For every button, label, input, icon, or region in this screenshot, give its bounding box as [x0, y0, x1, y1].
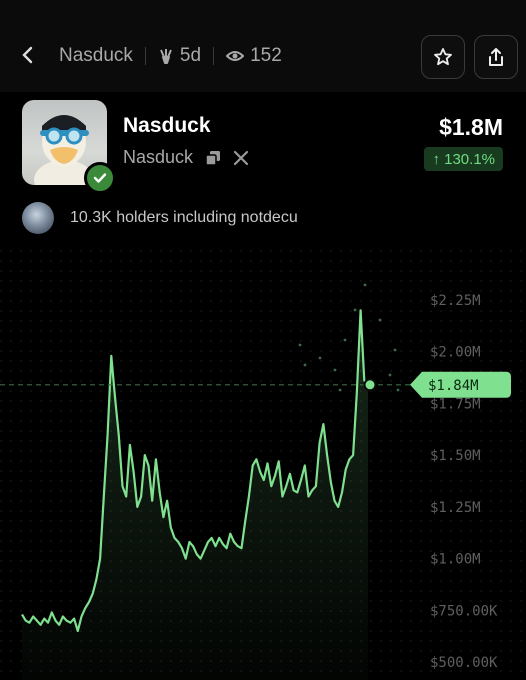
top-bar: Nasduck 5d 152: [0, 0, 526, 92]
divider: [213, 47, 215, 65]
back-arrow-icon: [22, 46, 33, 64]
holder-avatar: [22, 202, 54, 234]
divider: [144, 47, 146, 65]
star-icon: [434, 48, 452, 66]
activity-dot: [333, 368, 337, 372]
claw-icon: [158, 48, 174, 64]
token-name: Nasduck: [123, 114, 211, 137]
activity-dot: [318, 356, 322, 360]
activity-dot: [343, 338, 347, 342]
y-tick-label: $500.00K: [430, 655, 498, 671]
activity-dot: [378, 318, 382, 322]
activity-dot: [303, 363, 307, 367]
activity-dot: [396, 388, 400, 392]
price-chart[interactable]: $2.25M $2.00M $1.75M $1.50M $1.25M $1.00M $750…: [0, 250, 526, 680]
breadcrumb: Nasduck 5d 152: [59, 44, 282, 68]
favorite-button[interactable]: [421, 35, 465, 79]
y-tick-label: $2.25M: [430, 293, 481, 309]
y-tick-label: $1.50M: [430, 448, 481, 464]
x-link[interactable]: [233, 150, 249, 166]
x-logo-icon: [233, 150, 249, 165]
back-button[interactable]: [14, 40, 42, 70]
activity-dot: [388, 373, 392, 377]
share-button[interactable]: [474, 35, 518, 79]
share-icon: [489, 48, 503, 66]
copy-button[interactable]: [205, 150, 221, 166]
activity-dot: [353, 308, 357, 312]
activity-dot: [393, 348, 397, 352]
token-ticker: Nasduck: [123, 147, 194, 167]
copy-icon: [205, 150, 221, 166]
y-tick-label: $1.00M: [430, 552, 481, 568]
view-count: 152: [250, 45, 282, 66]
token-subtitle-row: Nasduck: [123, 147, 249, 168]
market-cap: $1.8M: [439, 114, 503, 140]
token-age: 5d: [179, 45, 202, 66]
verified-badge: [84, 162, 116, 194]
token-title: Nasduck: [59, 45, 133, 66]
activity-dot: [298, 343, 302, 347]
price-change-badge: ↑ 130.1%: [424, 147, 503, 171]
activity-dot: [338, 388, 342, 392]
y-tick-label: $2.00M: [430, 345, 481, 361]
y-tick-label: $750.00K: [430, 603, 498, 619]
current-value-label: $1.84M: [428, 378, 479, 394]
holders-row[interactable]: 10.3K holders including notdecu: [22, 202, 298, 234]
y-tick-label: $1.75M: [430, 396, 481, 412]
y-tick-label: $1.25M: [430, 500, 481, 516]
verified-check-icon: [93, 173, 107, 183]
current-point: [363, 378, 377, 392]
activity-dot: [363, 283, 367, 287]
holders-text: 10.3K holders including notdecu: [70, 209, 298, 226]
eye-icon: [226, 49, 245, 63]
